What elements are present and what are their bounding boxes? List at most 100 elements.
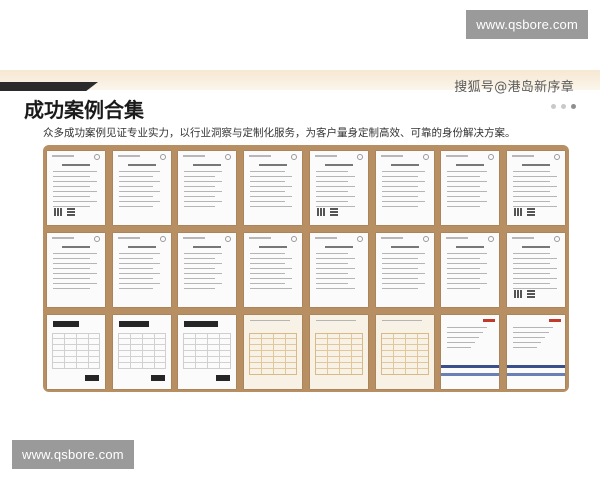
doc-ln bbox=[118, 288, 153, 289]
document-thumbnail[interactable] bbox=[309, 151, 368, 225]
watermark-bottom: www.qsbore.com bbox=[12, 440, 134, 469]
doc-qr bbox=[316, 208, 325, 216]
doc-ln bbox=[53, 171, 97, 172]
document-thumbnail[interactable] bbox=[244, 233, 303, 307]
page-dot[interactable] bbox=[551, 104, 556, 109]
doc-bar bbox=[85, 375, 99, 381]
doc-ln bbox=[512, 206, 557, 207]
document-thumbnail[interactable] bbox=[47, 315, 105, 389]
doc-ln bbox=[118, 268, 153, 269]
doc-qr bbox=[513, 208, 522, 216]
page-title: 成功案例合集 bbox=[24, 98, 144, 122]
doc-ln bbox=[512, 332, 549, 333]
doc-qr2 bbox=[67, 208, 75, 216]
doc-ln bbox=[315, 278, 355, 279]
doc-ln bbox=[53, 283, 97, 284]
doc-ln bbox=[315, 263, 348, 264]
doc-ln bbox=[315, 273, 348, 274]
document-thumbnail[interactable] bbox=[375, 233, 434, 307]
doc-ttl bbox=[193, 246, 222, 248]
doc-qr2 bbox=[526, 208, 535, 216]
doc-ln bbox=[447, 332, 484, 333]
slide: 搜狐号@港岛新序章 成功案例合集 众多成功案例见证专业实力，以行业洞察与定制化服… bbox=[0, 70, 600, 420]
doc-band bbox=[506, 373, 565, 376]
doc-qr bbox=[513, 290, 522, 298]
doc-ln bbox=[250, 283, 286, 284]
doc-ln bbox=[184, 278, 216, 279]
doc-ln bbox=[512, 258, 557, 259]
document-thumbnail[interactable] bbox=[506, 233, 565, 307]
doc-band bbox=[441, 373, 500, 376]
doc-ln bbox=[315, 258, 355, 259]
document-thumbnail[interactable] bbox=[178, 233, 237, 307]
doc-ln bbox=[53, 181, 97, 182]
doc-ln bbox=[512, 278, 557, 279]
document-thumbnail[interactable] bbox=[309, 233, 368, 307]
page-dot[interactable] bbox=[561, 104, 566, 109]
doc-ln bbox=[447, 196, 481, 197]
doc-hdr bbox=[511, 237, 534, 239]
doc-ln bbox=[250, 268, 293, 269]
doc-ttl bbox=[456, 164, 485, 166]
doc-emb bbox=[291, 236, 298, 242]
document-thumbnail[interactable] bbox=[441, 315, 500, 389]
document-thumbnail[interactable] bbox=[309, 315, 368, 389]
doc-ttl bbox=[390, 164, 419, 166]
doc-ln bbox=[512, 268, 557, 269]
doc-ln bbox=[447, 263, 488, 264]
document-thumbnail[interactable] bbox=[441, 233, 500, 307]
doc-hdr bbox=[249, 155, 272, 157]
doc-ln bbox=[512, 327, 553, 328]
document-thumbnail[interactable] bbox=[506, 151, 565, 225]
doc-ln bbox=[512, 171, 550, 172]
brand-label: 搜狐号@港岛新序章 bbox=[454, 80, 574, 95]
document-thumbnail[interactable] bbox=[244, 151, 303, 225]
doc-ln bbox=[512, 191, 550, 192]
doc-ln bbox=[381, 206, 418, 207]
doc-band bbox=[506, 365, 565, 368]
page-dot[interactable] bbox=[571, 104, 576, 109]
doc-ttl bbox=[62, 246, 90, 248]
document-thumbnail[interactable] bbox=[178, 151, 237, 225]
document-thumbnail[interactable] bbox=[375, 151, 434, 225]
doc-ttl bbox=[324, 164, 353, 166]
doc-qr2 bbox=[329, 208, 338, 216]
doc-hdr bbox=[117, 155, 140, 157]
doc-emb bbox=[291, 154, 298, 160]
doc-hdr bbox=[314, 155, 337, 157]
doc-tbl bbox=[314, 333, 363, 375]
doc-ln bbox=[184, 181, 223, 182]
doc-ln bbox=[315, 320, 356, 321]
doc-ln bbox=[118, 176, 153, 177]
document-thumbnail[interactable] bbox=[506, 315, 565, 389]
doc-ln bbox=[447, 186, 481, 187]
document-thumbnail[interactable] bbox=[47, 151, 105, 225]
doc-ttl bbox=[259, 164, 288, 166]
document-thumbnail[interactable] bbox=[112, 151, 171, 225]
doc-ln bbox=[184, 253, 223, 254]
doc-ln bbox=[184, 258, 216, 259]
document-thumbnail[interactable] bbox=[244, 315, 303, 389]
doc-ln bbox=[118, 273, 160, 274]
document-thumbnail[interactable] bbox=[441, 151, 500, 225]
doc-ln bbox=[381, 258, 418, 259]
doc-tbl bbox=[52, 333, 100, 369]
document-thumbnail[interactable] bbox=[178, 315, 237, 389]
doc-ttl bbox=[127, 246, 156, 248]
doc-ln bbox=[250, 191, 286, 192]
doc-ttl bbox=[62, 164, 90, 166]
doc-ln bbox=[381, 283, 425, 284]
document-thumbnail[interactable] bbox=[47, 233, 105, 307]
doc-ln bbox=[447, 268, 481, 269]
doc-ln bbox=[184, 201, 223, 202]
document-thumbnail[interactable] bbox=[112, 315, 171, 389]
doc-ln bbox=[447, 206, 481, 207]
doc-ln bbox=[250, 206, 293, 207]
document-row bbox=[47, 315, 565, 389]
doc-ln bbox=[250, 201, 286, 202]
document-thumbnail[interactable] bbox=[375, 315, 434, 389]
document-thumbnail[interactable] bbox=[112, 233, 171, 307]
doc-ln bbox=[53, 201, 97, 202]
doc-band bbox=[548, 319, 561, 322]
doc-ln bbox=[315, 268, 355, 269]
